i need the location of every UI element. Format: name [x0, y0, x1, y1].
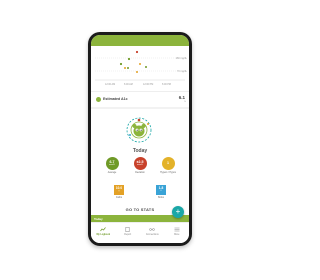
a1c-row[interactable]: Estimated A1c 6.1 % [91, 93, 189, 107]
nav-item-my-logbook[interactable]: My Logbook [91, 223, 116, 243]
deviation-unit: mmol/L [137, 163, 143, 166]
reading-point [145, 66, 147, 68]
divider [91, 91, 189, 92]
x-tick-label: 6:00 AM [124, 83, 133, 86]
phone-frame: 12:00 AM 6:00 AM 12:00 PM 6:00 PM 180 mg… [88, 32, 192, 246]
nav-item-report[interactable]: Report [116, 223, 141, 243]
a1c-label: Estimated A1c [103, 96, 128, 101]
low-range-label: 70 mg/dL [177, 70, 187, 73]
nav-item-connections[interactable]: Connections [140, 223, 165, 243]
hypers-hypos-label: Hypers / Hypos [160, 171, 176, 174]
deviation-stat[interactable]: ±2.5 mmol/L Deviation [128, 157, 152, 174]
top-app-bar [91, 35, 189, 46]
reading-point [127, 57, 131, 61]
carbs-label: Carbs [115, 196, 123, 199]
reading-point [139, 63, 141, 65]
reading-point [124, 67, 126, 69]
deviation-label: Deviation [135, 171, 145, 174]
nav-item-more[interactable]: More [165, 223, 190, 243]
more-icon [165, 227, 190, 232]
logbook-icon [91, 227, 116, 232]
a1c-value: 6.1 [178, 95, 185, 100]
mascot-icon [124, 115, 154, 145]
reading-point [119, 62, 123, 66]
high-range-label: 180 mg/dL [175, 57, 187, 60]
hypers-hypos-value: 1 [167, 160, 169, 165]
bolus-label: Bolus [158, 196, 164, 199]
x-tick-label: 12:00 AM [105, 83, 116, 86]
hypers-hypos-stat[interactable]: 1 Hypers / Hypos [156, 157, 180, 174]
today-title: Today [132, 148, 148, 154]
today-bar-label: Today [94, 216, 103, 221]
average-stat[interactable]: 6.7 mmol/L Average [100, 157, 124, 174]
glucose-chart: 12:00 AM 6:00 AM 12:00 PM 6:00 PM 180 mg… [91, 46, 189, 91]
deviation-circle: ±2.5 mmol/L [133, 157, 147, 170]
hypers-hypos-circle: 1 [161, 157, 175, 170]
nav-label: My Logbook [96, 233, 111, 236]
carbs-stat[interactable]: 10.0 g Carbs [107, 185, 131, 199]
x-tick-label: 6:00 PM [162, 83, 171, 86]
average-unit: mmol/L [109, 163, 115, 166]
connections-icon [140, 227, 165, 232]
carbs-unit: g [118, 191, 120, 192]
carbs-box: 10.0 g [114, 185, 124, 195]
reading-point [127, 67, 129, 69]
bottom-nav: My Logbook Report Connections More [91, 222, 189, 243]
nav-label: Connections [145, 233, 159, 236]
app-screen: 12:00 AM 6:00 AM 12:00 PM 6:00 PM 180 mg… [91, 35, 189, 243]
reading-point [136, 71, 138, 73]
nav-label: More [174, 233, 180, 236]
reading-point [135, 50, 139, 54]
bolus-stat[interactable]: 1.8 U Bolus [149, 185, 173, 199]
bolus-unit: U [160, 191, 162, 192]
x-tick-label: 12:00 PM [143, 83, 154, 86]
add-entry-button[interactable]: + [172, 206, 184, 218]
average-label: Average [107, 171, 117, 174]
a1c-unit: % [184, 100, 186, 103]
section-separator [91, 107, 189, 109]
bolus-box: 1.8 U [156, 185, 166, 195]
nav-label: Report [124, 233, 132, 236]
average-circle: 6.7 mmol/L [105, 157, 119, 170]
report-icon [116, 227, 141, 232]
a1c-icon [96, 97, 101, 102]
